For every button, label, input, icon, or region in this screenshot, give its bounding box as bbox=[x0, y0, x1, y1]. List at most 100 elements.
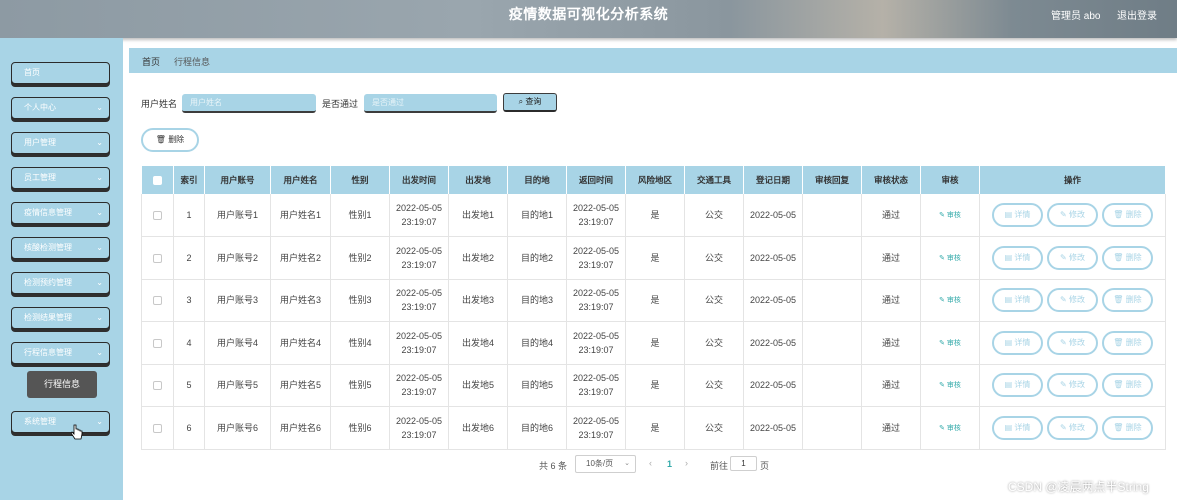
select-all-checkbox[interactable] bbox=[152, 176, 162, 186]
row-checkbox[interactable] bbox=[153, 381, 162, 391]
cell-to: 目的地3 bbox=[507, 279, 567, 322]
column-header: 索引 bbox=[173, 166, 205, 194]
chevron-down-icon: ⌄ bbox=[96, 348, 103, 357]
chevron-down-icon: ⌄ bbox=[624, 460, 630, 467]
sidebar-item-epidemic[interactable]: 疫情信息管理 ⌄ bbox=[11, 202, 110, 224]
sidebar-item-home[interactable]: 首页 bbox=[11, 62, 110, 84]
trash-icon: 🗑 bbox=[1113, 252, 1124, 262]
column-header: 交通工具 bbox=[684, 166, 744, 194]
cell-account: 用户账号1 bbox=[204, 194, 271, 237]
edit-button[interactable]: ✎ 修改 bbox=[1047, 330, 1098, 355]
page-size-value: 10条/页 bbox=[586, 459, 614, 468]
edit-button[interactable]: ✎ 修改 bbox=[1047, 245, 1098, 270]
audit-link[interactable]: ✎ 审核 bbox=[939, 425, 961, 432]
detail-button[interactable]: ▤ 详情 bbox=[992, 415, 1043, 440]
delete-button[interactable]: 🗑 删除 bbox=[1102, 415, 1153, 440]
cell-index: 5 bbox=[173, 364, 205, 407]
audit-link[interactable]: ✎ 审核 bbox=[939, 255, 961, 262]
cell-actions: ▤ 详情 ✎ 修改 🗑 删除 bbox=[979, 279, 1166, 322]
row-checkbox[interactable] bbox=[153, 423, 162, 433]
detail-button[interactable]: ▤ 详情 bbox=[992, 373, 1043, 398]
detail-button[interactable]: ▤ 详情 bbox=[992, 288, 1043, 313]
logout-link[interactable]: 退出登录 bbox=[1117, 7, 1157, 22]
page-number-current[interactable]: 1 bbox=[667, 459, 672, 469]
sidebar-item-staff[interactable]: 员工管理 ⌄ bbox=[11, 167, 110, 189]
delete-button[interactable]: 🗑 删除 bbox=[1102, 373, 1153, 398]
row-checkbox[interactable] bbox=[153, 253, 162, 263]
edit-button[interactable]: ✎ 修改 bbox=[1047, 203, 1098, 227]
top-header: 疫情数据可视化分析系统 管理员 abo 退出登录 bbox=[0, 0, 1177, 38]
cell-status: 通过 bbox=[861, 279, 921, 322]
sidebar-item-nucleic-test[interactable]: 核酸检测管理 ⌄ bbox=[11, 237, 110, 259]
cell-gender: 性别1 bbox=[330, 194, 390, 237]
edit-label: 修改 bbox=[1068, 422, 1085, 432]
page-size-select[interactable]: 10条/页 ⌄ bbox=[575, 455, 636, 473]
audit-link[interactable]: ✎ 审核 bbox=[939, 297, 961, 304]
table-row: 3 用户账号3 用户姓名3 性别3 2022-05-05 23:19:07 出发… bbox=[141, 279, 1166, 322]
row-select-cell bbox=[141, 364, 174, 407]
trash-icon: 🗑 bbox=[1113, 422, 1124, 432]
cell-reg-date: 2022-05-05 bbox=[743, 194, 803, 237]
row-checkbox[interactable] bbox=[153, 296, 162, 306]
sidebar-item-profile[interactable]: 个人中心 ⌄ bbox=[11, 97, 110, 119]
search-button[interactable]: ⌕ 查询 bbox=[503, 93, 557, 112]
sidebar-item-appointment[interactable]: 检测预约管理 ⌄ bbox=[11, 272, 110, 294]
edit-button[interactable]: ✎ 修改 bbox=[1047, 373, 1098, 398]
cell-depart-time: 2022-05-05 23:19:07 bbox=[389, 364, 449, 407]
breadcrumb-home[interactable]: 首页 bbox=[142, 55, 160, 68]
detail-label: 详情 bbox=[1014, 295, 1031, 305]
sidebar-item-system[interactable]: 系统管理 ⌄ bbox=[11, 411, 110, 433]
detail-button[interactable]: ▤ 详情 bbox=[992, 245, 1043, 270]
cell-to: 目的地6 bbox=[507, 406, 567, 450]
pagination-total: 共 6 条 bbox=[539, 461, 568, 471]
sidebar-item-results[interactable]: 检测结果管理 ⌄ bbox=[11, 307, 110, 329]
trash-icon: 🗑 bbox=[1113, 380, 1124, 390]
audit-link[interactable]: ✎ 审核 bbox=[939, 382, 961, 389]
audit-link[interactable]: ✎ 审核 bbox=[939, 212, 961, 219]
passed-input[interactable] bbox=[364, 94, 497, 113]
cell-reg-date: 2022-05-05 bbox=[743, 279, 803, 322]
delete-button[interactable]: 🗑 删除 bbox=[1102, 330, 1153, 355]
goto-label: 前往 bbox=[710, 461, 729, 471]
prev-page-icon[interactable]: ‹ bbox=[649, 458, 652, 468]
edit-label: 修改 bbox=[1068, 337, 1085, 347]
cell-status: 通过 bbox=[861, 236, 921, 280]
cell-to: 目的地4 bbox=[507, 321, 567, 365]
audit-link[interactable]: ✎ 审核 bbox=[939, 340, 961, 347]
cell-to: 目的地2 bbox=[507, 236, 567, 280]
cell-name: 用户姓名1 bbox=[270, 194, 331, 237]
next-page-icon[interactable]: › bbox=[685, 458, 688, 468]
cell-name: 用户姓名3 bbox=[270, 279, 331, 322]
chevron-down-icon: ⌄ bbox=[96, 243, 103, 252]
cell-risk: 是 bbox=[625, 321, 685, 365]
cell-account: 用户账号4 bbox=[204, 321, 271, 365]
cell-index: 1 bbox=[173, 194, 205, 237]
cell-return-time: 2022-05-05 23:19:07 bbox=[566, 194, 626, 237]
cell-name: 用户姓名4 bbox=[270, 321, 331, 365]
table-row: 6 用户账号6 用户姓名6 性别6 2022-05-05 23:19:07 出发… bbox=[141, 406, 1166, 450]
detail-label: 详情 bbox=[1014, 337, 1031, 347]
cell-return-time: 2022-05-05 23:19:07 bbox=[566, 236, 626, 280]
table-row: 4 用户账号4 用户姓名4 性别4 2022-05-05 23:19:07 出发… bbox=[141, 321, 1166, 365]
username-input[interactable] bbox=[182, 94, 316, 113]
delete-button[interactable]: 🗑 删除 bbox=[1102, 245, 1153, 270]
sidebar-item-users[interactable]: 用户管理 ⌄ bbox=[11, 132, 110, 154]
delete-button[interactable]: 🗑 删除 bbox=[1102, 203, 1153, 227]
cell-audit: ✎ 审核 bbox=[920, 194, 980, 237]
cell-reply bbox=[802, 279, 862, 322]
edit-label: 修改 bbox=[1068, 380, 1085, 390]
document-icon: ▤ bbox=[1004, 252, 1013, 262]
edit-button[interactable]: ✎ 修改 bbox=[1047, 288, 1098, 313]
row-checkbox[interactable] bbox=[153, 211, 162, 221]
sidebar-subitem-itinerary[interactable]: 行程信息 bbox=[27, 371, 97, 398]
goto-page-input[interactable] bbox=[730, 456, 757, 471]
sidebar-item-itinerary[interactable]: 行程信息管理 ⌄ bbox=[11, 342, 110, 364]
detail-button[interactable]: ▤ 详情 bbox=[992, 203, 1043, 227]
delete-button[interactable]: 🗑 删除 bbox=[1102, 288, 1153, 313]
detail-button[interactable]: ▤ 详情 bbox=[992, 330, 1043, 355]
batch-delete-button[interactable]: 🗑 删除 bbox=[141, 128, 199, 152]
edit-button[interactable]: ✎ 修改 bbox=[1047, 415, 1098, 440]
row-checkbox[interactable] bbox=[153, 338, 162, 348]
detail-label: 详情 bbox=[1014, 252, 1031, 262]
edit-icon: ✎ bbox=[1060, 210, 1067, 219]
